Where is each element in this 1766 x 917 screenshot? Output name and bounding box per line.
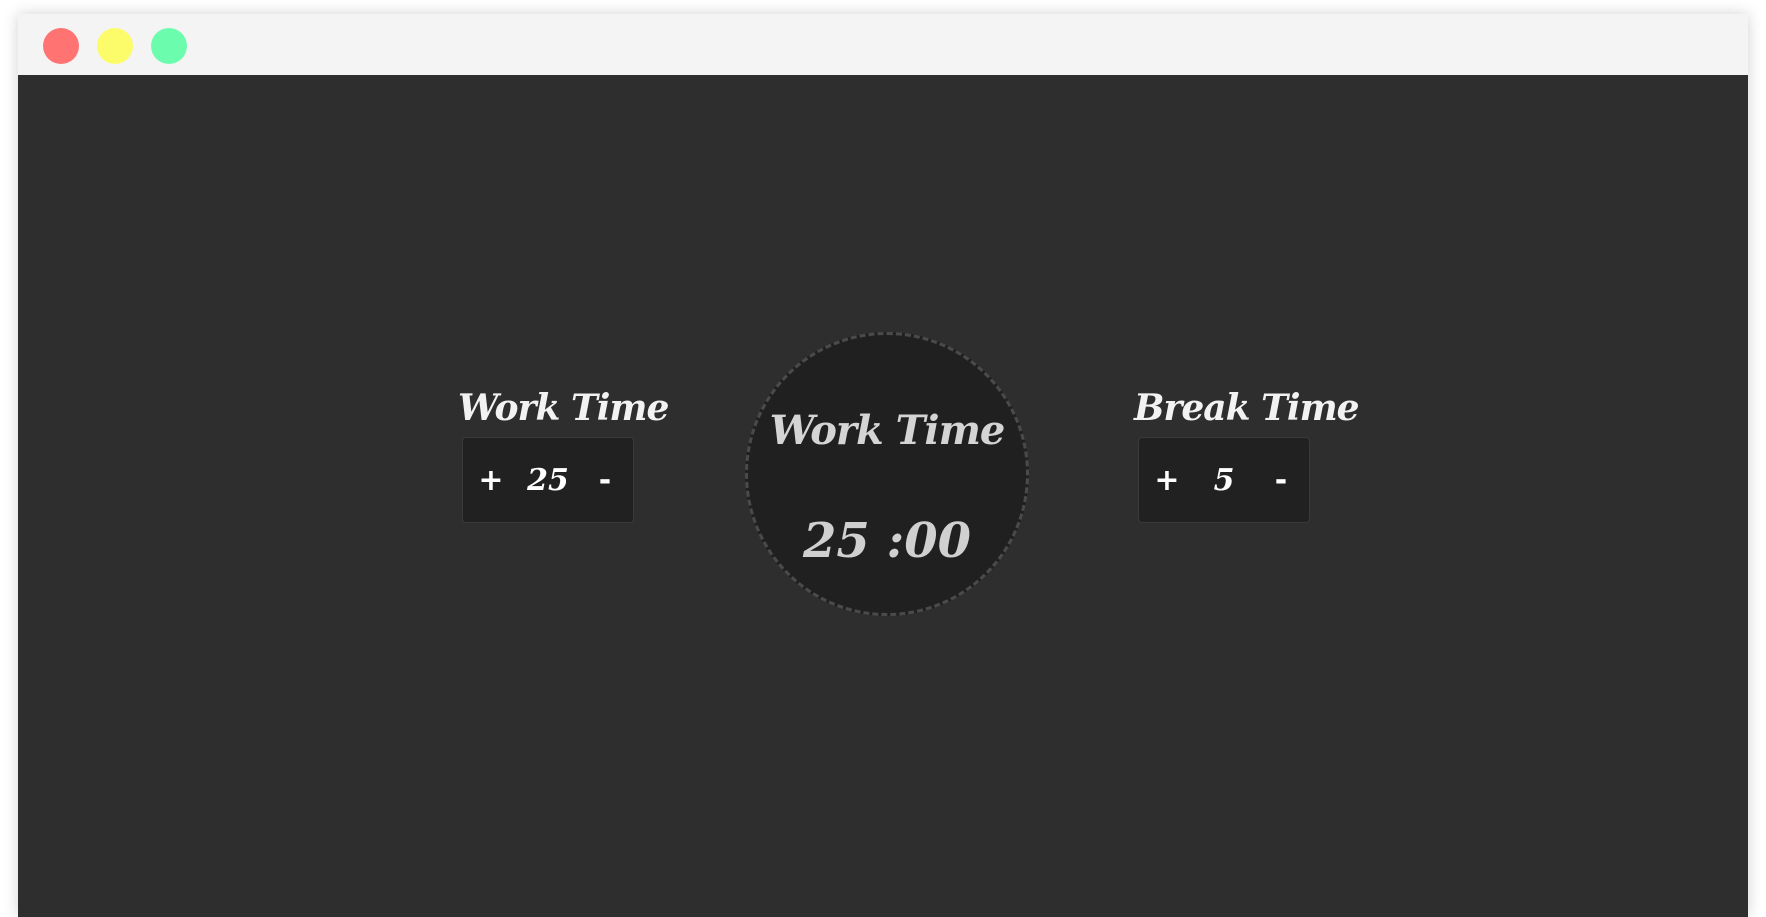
break-time-increment-button[interactable]: + xyxy=(1153,463,1181,498)
timer-mode-label: Work Time xyxy=(769,407,1006,454)
work-time-setting: Work Time + 25 - xyxy=(458,383,669,523)
title-bar xyxy=(18,14,1748,75)
break-time-decrement-button[interactable]: - xyxy=(1267,463,1295,498)
timer-separator: : xyxy=(869,513,905,569)
minimize-window-button[interactable] xyxy=(97,28,133,64)
break-time-setting: Break Time + 5 - xyxy=(1134,383,1360,523)
work-time-decrement-button[interactable]: - xyxy=(591,463,619,498)
timer-display: 25 :00 xyxy=(748,513,1026,569)
break-time-title: Break Time xyxy=(1134,387,1360,429)
timer-seconds: 00 xyxy=(904,513,972,569)
main-content: Work Time + 25 - Work Time 25 :00 Break … xyxy=(18,75,1748,917)
timer-circle[interactable]: Work Time 25 :00 xyxy=(745,332,1029,616)
close-window-button[interactable] xyxy=(43,28,79,64)
timer-minutes: 25 xyxy=(802,513,870,569)
maximize-window-button[interactable] xyxy=(151,28,187,64)
work-time-increment-button[interactable]: + xyxy=(477,463,505,498)
break-time-value: 5 xyxy=(1213,462,1235,498)
work-time-stepper: + 25 - xyxy=(462,437,634,523)
work-time-value: 25 xyxy=(527,462,569,498)
break-time-stepper: + 5 - xyxy=(1138,437,1310,523)
work-time-title: Work Time xyxy=(458,387,669,429)
app-window: Work Time + 25 - Work Time 25 :00 Break … xyxy=(18,14,1748,917)
